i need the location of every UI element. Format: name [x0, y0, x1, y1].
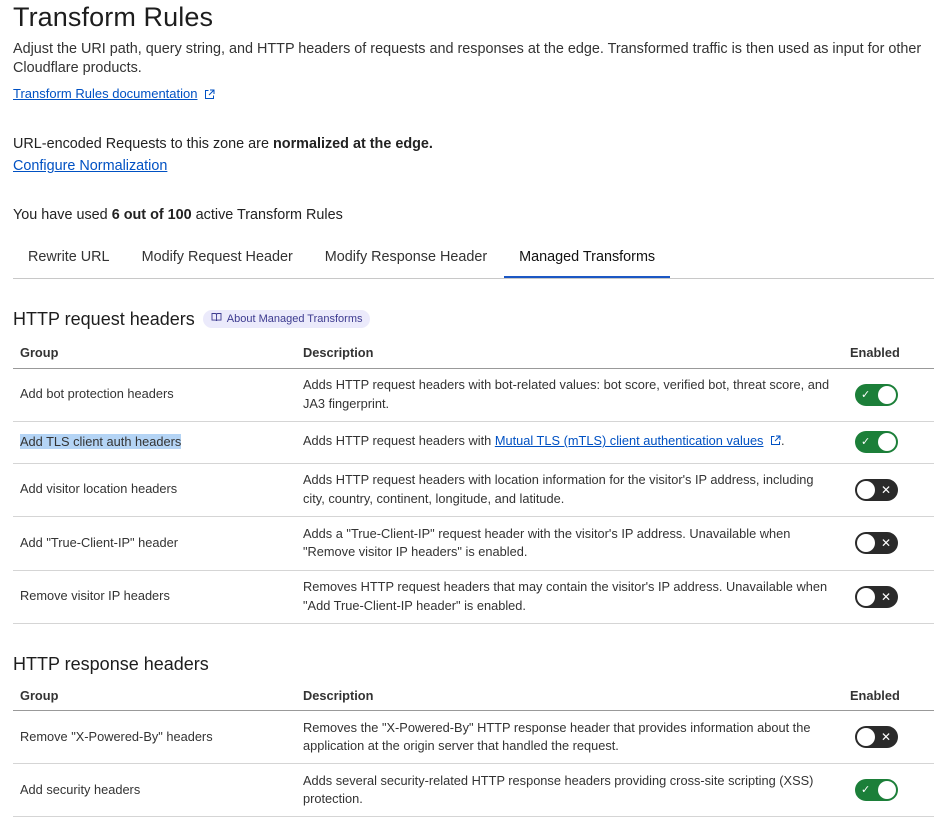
security-headers-toggle[interactable]: ✓	[855, 779, 898, 801]
description-cell: Adds several security-related HTTP respo…	[296, 763, 843, 817]
documentation-link[interactable]: Transform Rules documentation	[13, 86, 215, 102]
mtls-docs-link[interactable]: Mutual TLS (mTLS) client authentication …	[495, 433, 764, 448]
x-icon: ✕	[880, 589, 891, 604]
column-header-description: Description	[296, 680, 843, 711]
remove-x-powered-by-toggle[interactable]: ✕	[855, 726, 898, 748]
usage-summary: You have used 6 out of 100 active Transf…	[13, 206, 931, 225]
toggle-knob	[857, 587, 875, 606]
description-cell: Adds HTTP request headers with bot-relat…	[296, 368, 843, 422]
x-icon: ✕	[880, 730, 891, 744]
about-managed-transforms-label: About Managed Transforms	[226, 313, 363, 325]
group-cell: Add security headers	[13, 763, 296, 817]
tab-managed-transforms[interactable]: Managed Transforms	[504, 237, 671, 278]
about-managed-transforms-badge[interactable]: About Managed Transforms	[202, 310, 370, 328]
table-row: Add visitor location headers Adds HTTP r…	[13, 463, 934, 517]
mtls-docs-link-label: Mutual TLS (mTLS) client authentication …	[494, 433, 764, 449]
usage-suffix: active Transform Rules	[195, 207, 343, 223]
tls-client-auth-toggle[interactable]: ✓	[855, 431, 898, 453]
book-icon	[211, 312, 222, 326]
group-cell: Remove "X-Powered-By" headers	[13, 710, 296, 764]
group-cell: Add bot protection headers	[13, 368, 296, 422]
normalization-text: URL-encoded Requests to this zone are	[13, 136, 269, 152]
toggle-knob	[878, 781, 896, 799]
x-icon: ✕	[880, 482, 891, 497]
normalization-emphasis: normalized at the edge.	[272, 136, 433, 152]
toggle-knob	[878, 385, 896, 404]
true-client-ip-toggle[interactable]: ✕	[855, 532, 898, 554]
usage-prefix: You have used	[13, 207, 108, 223]
page-title: Transform Rules	[13, 2, 214, 32]
table-row: Add bot protection headers Adds HTTP req…	[13, 368, 934, 422]
group-cell: Add TLS client auth headers	[20, 433, 182, 449]
request-headers-table: Group Description Enabled Add bot protec…	[13, 338, 934, 624]
page: Transform Rules Adjust the URI path, que…	[0, 0, 944, 822]
table-row: Add security headers Adds several securi…	[13, 763, 934, 817]
description-cell: Removes the "X-Powered-By" HTTP response…	[296, 710, 843, 764]
normalization-notice: URL-encoded Requests to this zone are no…	[13, 135, 931, 154]
tab-bar: Rewrite URL Modify Request Header Modify…	[13, 237, 934, 279]
response-section-title: HTTP response headers	[13, 653, 931, 675]
visitor-location-toggle[interactable]: ✕	[855, 478, 898, 501]
documentation-link-label: Transform Rules documentation	[13, 86, 198, 101]
toggle-knob	[857, 534, 875, 552]
description-cell: Adds HTTP request headers with location …	[296, 463, 843, 517]
column-header-group: Group	[13, 680, 296, 711]
description-cell: Removes HTTP request headers that may co…	[296, 570, 843, 624]
table-row: Remove visitor IP headers Removes HTTP r…	[13, 570, 934, 624]
table-header-row: Group Description Enabled	[13, 680, 934, 711]
group-cell: Add "True-Client-IP" header	[13, 516, 296, 571]
tab-modify-response-header[interactable]: Modify Response Header	[310, 237, 502, 278]
response-section-heading: HTTP response headers	[13, 653, 209, 674]
group-cell: Add visitor location headers	[13, 463, 296, 517]
tab-rewrite-url[interactable]: Rewrite URL	[13, 237, 125, 278]
usage-count: 6 out of 100	[111, 207, 192, 223]
bot-protection-toggle[interactable]: ✓	[855, 383, 898, 406]
toggle-knob	[878, 433, 896, 451]
description-text: Adds HTTP request headers with	[303, 433, 492, 449]
check-icon: ✓	[861, 387, 871, 401]
toggle-knob	[857, 728, 875, 746]
external-link-icon	[204, 89, 215, 100]
tab-modify-request-header[interactable]: Modify Request Header	[127, 237, 308, 278]
remove-visitor-ip-toggle[interactable]: ✕	[855, 585, 898, 608]
request-section-heading: HTTP request headers	[13, 309, 195, 329]
column-header-description: Description	[296, 338, 843, 369]
check-icon: ✓	[861, 435, 871, 448]
external-link-icon	[770, 433, 781, 452]
x-icon: ✕	[880, 536, 891, 550]
description-cell: Adds a "True-Client-IP" request header w…	[296, 516, 843, 571]
table-row: Add TLS client auth headers Adds HTTP re…	[13, 421, 934, 464]
request-section-title: HTTP request headers About Managed Trans…	[13, 308, 931, 330]
table-row: Add "True-Client-IP" header Adds a "True…	[13, 516, 934, 571]
description-cell: Adds HTTP request headers with Mutual TL…	[296, 421, 843, 464]
configure-normalization-link[interactable]: Configure Normalization	[13, 157, 167, 176]
toggle-knob	[857, 480, 875, 499]
group-cell: Remove visitor IP headers	[13, 570, 296, 624]
column-header-group: Group	[13, 338, 296, 369]
table-header-row: Group Description Enabled	[13, 338, 934, 369]
response-headers-table: Group Description Enabled Remove "X-Powe…	[13, 680, 934, 817]
column-header-enabled: Enabled	[843, 680, 934, 711]
description-suffix: .	[781, 433, 785, 449]
column-header-enabled: Enabled	[843, 338, 934, 369]
table-row: Remove "X-Powered-By" headers Removes th…	[13, 710, 934, 764]
check-icon: ✓	[861, 783, 871, 796]
page-intro: Adjust the URI path, query string, and H…	[13, 41, 922, 76]
